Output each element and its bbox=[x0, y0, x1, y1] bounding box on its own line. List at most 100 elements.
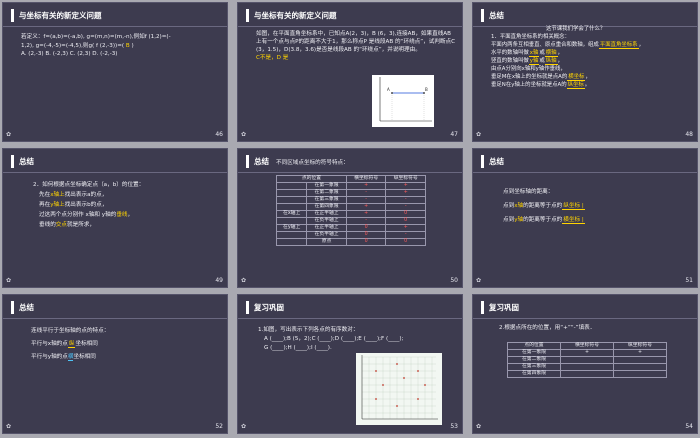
summary-line: 点到坐标轴的距离： bbox=[503, 189, 554, 195]
table-cell: 在第二象限 bbox=[306, 189, 347, 197]
header-rule bbox=[238, 172, 462, 173]
slide-54[interactable]: 复习巩固 2.根据点所在的位置，用“+”“-”填表． 点的位置 横坐标符号 纵坐… bbox=[472, 294, 698, 434]
slide-footer-icon: ✿ bbox=[241, 277, 247, 284]
text: 平面内两条互相垂直、原点重合和数轴，组成 bbox=[491, 42, 599, 48]
answer-text: C不是，D 是 bbox=[256, 55, 289, 61]
table-cell: + bbox=[385, 224, 426, 232]
answer-text: 纵坐标 bbox=[566, 82, 585, 89]
column-header: 横坐标符号 bbox=[345, 175, 387, 183]
answer-text: y轴上 bbox=[50, 202, 65, 208]
text: 平行与y轴的点 bbox=[31, 354, 68, 360]
table-cell: 0 bbox=[385, 238, 426, 246]
options-line: A. (2,-3) B. (-2,3) C. (2,3) D. (-2,-3) bbox=[21, 51, 118, 57]
slide-header: 复习巩固 bbox=[238, 299, 462, 319]
table-cell: + bbox=[385, 189, 426, 197]
slide-48[interactable]: 总结 这节课我们学会了什么？ 1．平面直角坐标系的相关概念： 平面内两条互相垂直… bbox=[472, 2, 698, 142]
text: ， bbox=[638, 42, 644, 48]
table-cell: 0 bbox=[345, 238, 387, 246]
slide-title: 总结 bbox=[489, 157, 504, 166]
page-number: 51 bbox=[685, 277, 693, 284]
table-cell bbox=[275, 196, 308, 204]
table-cell: - bbox=[385, 196, 426, 204]
table-cell bbox=[275, 203, 308, 211]
text: 坐标相同 bbox=[73, 354, 96, 360]
slide-footer-icon: ✿ bbox=[241, 423, 247, 430]
point-b-label: B bbox=[425, 87, 428, 92]
text: 点到 bbox=[503, 217, 515, 223]
table-cell: - bbox=[345, 196, 387, 204]
slide-51[interactable]: 总结 点到坐标轴的距离： 点到x轴的距离等于点的纵坐标 | 点到y轴的距离等于点… bbox=[472, 148, 698, 288]
slide-body: 若定义：f=(a,b)=(-a,b), g=(m,n)=(m,-n),例如f (… bbox=[21, 33, 226, 59]
text: 垂足N在y轴上的坐标就是点A的 bbox=[491, 82, 567, 88]
summary-question: 这节课我们学会了什么？ bbox=[546, 26, 606, 32]
table-header-row: 点的位置 横坐标符号 纵坐标符号 bbox=[507, 342, 667, 350]
slide-49[interactable]: 总结 2．如何根据点坐标确定点（a，b）的位置： 先在x轴上找出表示a的点， 再… bbox=[2, 148, 228, 288]
text: ， bbox=[557, 50, 563, 56]
text: ， bbox=[585, 74, 591, 80]
slide-footer-icon: ✿ bbox=[476, 277, 482, 284]
slide-title: 与坐标有关的新定义问题 bbox=[19, 11, 102, 20]
table-row: 在第一象限 + + bbox=[507, 349, 667, 357]
answer-text: 平面直角坐标系 bbox=[598, 42, 639, 49]
column-header: 点的位置 bbox=[276, 175, 347, 183]
header-bar bbox=[246, 155, 249, 168]
text: ， bbox=[557, 58, 563, 64]
header-bar bbox=[481, 301, 484, 314]
table-subtitle: 不同区域点坐标的符号特点： bbox=[276, 160, 349, 166]
answer-text: x轴上 bbox=[50, 192, 65, 198]
slide-52[interactable]: 总结 连线平行于坐标轴的点的特点： 平行与x轴的点纵坐标相同 平行与y轴的点横坐… bbox=[2, 294, 228, 434]
table-cell bbox=[613, 363, 667, 371]
slide-50[interactable]: 总结 不同区域点坐标的符号特点： 点的位置 横坐标符号 纵坐标符号 在第一象限 +… bbox=[237, 148, 463, 288]
table-row: 在第三象限 bbox=[507, 363, 667, 371]
summary-line: 垂足M在x轴上的坐标就是点A的横坐标， bbox=[491, 73, 697, 81]
summary-line: 水平的数轴叫做x轴或横轴， bbox=[491, 49, 697, 57]
table-row: 在第四象限 bbox=[507, 370, 667, 378]
summary-line: 平行与x轴的点纵坐标相同 bbox=[31, 338, 221, 351]
header-rule bbox=[473, 172, 697, 173]
summary-line: 垂足N在y轴上的坐标就是点A的纵坐标。 bbox=[491, 81, 697, 89]
answer-text: 交点 bbox=[55, 222, 67, 228]
slide-46[interactable]: 与坐标有关的新定义问题 若定义：f=(a,b)=(-a,b), g=(m,n)=… bbox=[2, 2, 228, 142]
slide-title: 总结 bbox=[19, 157, 34, 166]
slide-title: 复习巩固 bbox=[254, 303, 284, 312]
answer-text: 横坐标 | bbox=[562, 217, 585, 224]
exercise-line: G (____);H (____);I (____). bbox=[264, 345, 332, 351]
summary-line: 再在y轴上找出表示b的点， bbox=[33, 200, 223, 210]
table-cell: 在第三象限 bbox=[507, 363, 561, 371]
header-bar bbox=[11, 301, 14, 314]
table-cell bbox=[275, 231, 308, 239]
table-row: 在第二象限 - + bbox=[275, 189, 426, 197]
answer-text: 横坐标 bbox=[567, 74, 586, 81]
page-number: 52 bbox=[215, 423, 223, 430]
grid-figure-svg bbox=[361, 355, 438, 420]
table-row: 在负半轴上 -0 bbox=[275, 217, 426, 225]
text: 垂足M在x轴上的坐标就是点A的 bbox=[491, 74, 568, 80]
slide-53[interactable]: 复习巩固 1.如图，写出表示下列各点的有序数对： A (____);B (5，2… bbox=[237, 294, 463, 434]
answer-text: y轴 bbox=[528, 58, 540, 65]
summary-line: 连线平行于坐标轴的点的特点： bbox=[31, 328, 110, 334]
table-cell: 0 bbox=[385, 210, 426, 218]
column-header: 点的位置 bbox=[507, 342, 561, 350]
column-header: 横坐标符号 bbox=[560, 342, 614, 350]
summary-line: 平面内两条互相垂直、原点重合和数轴，组成平面直角坐标系， bbox=[491, 41, 697, 49]
slide-title: 复习巩固 bbox=[489, 303, 519, 312]
table-cell bbox=[275, 217, 308, 225]
slide-header: 总结 bbox=[473, 153, 697, 173]
header-rule bbox=[3, 172, 227, 173]
table-cell bbox=[560, 370, 614, 378]
header-bar bbox=[11, 9, 14, 22]
slide-footer-icon: ✿ bbox=[6, 277, 12, 284]
slide-body: 2．如何根据点坐标确定点（a，b）的位置： 先在x轴上找出表示a的点， 再在y轴… bbox=[33, 180, 223, 230]
answer-text: x轴 bbox=[528, 50, 540, 57]
table-cell: - bbox=[345, 189, 387, 197]
sign-fill-table: 点的位置 横坐标符号 纵坐标符号 在第一象限 + + 在第二象限 在第三象限 在第四… bbox=[507, 342, 667, 378]
text: 。 bbox=[584, 82, 591, 88]
slide-body: 连线平行于坐标轴的点的特点： 平行与x轴的点纵坐标相同 平行与y轴的点横坐标相同 bbox=[31, 325, 221, 364]
table-row: 在负半轴上 0- bbox=[275, 231, 426, 239]
slide-47[interactable]: 与坐标有关的新定义问题 如图，在平面直角坐标系中，已知点A(2，3)，B (6，… bbox=[237, 2, 463, 142]
slide-header: 总结 bbox=[3, 153, 227, 173]
exercise-question: 2.根据点所在的位置，用“+”“-”填表． bbox=[499, 325, 596, 331]
table-cell: - bbox=[345, 217, 387, 225]
answer-text: 纵坐标 | bbox=[562, 203, 585, 210]
text: 坐标相同 bbox=[75, 341, 98, 347]
